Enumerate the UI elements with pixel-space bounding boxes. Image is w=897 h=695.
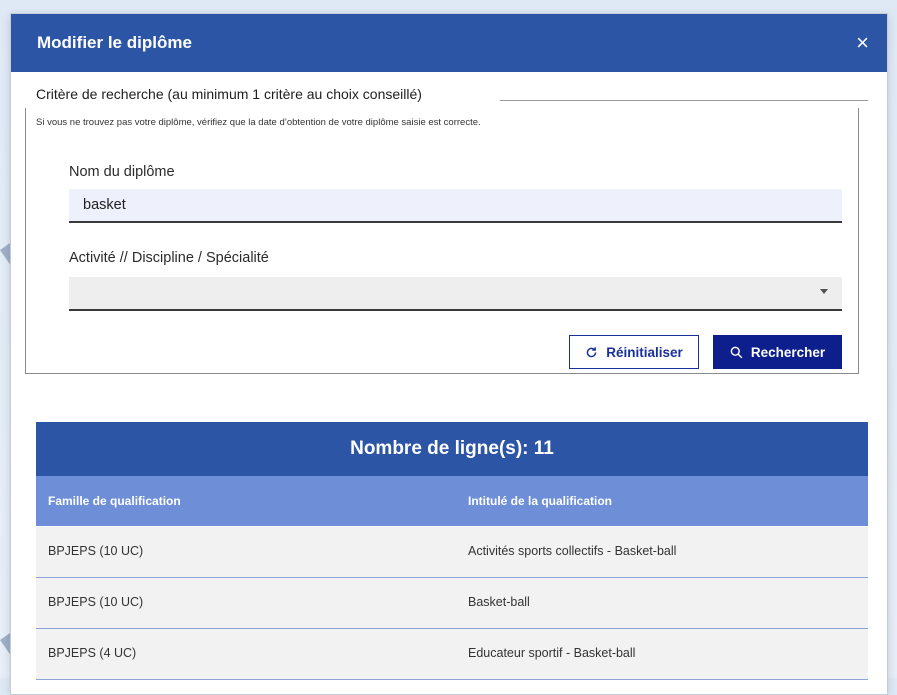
- cell-intitule: Activités sports collectifs - Basket-bal…: [468, 544, 677, 558]
- search-hint: Si vous ne trouvez pas votre diplôme, vé…: [36, 117, 481, 128]
- column-header-famille: Famille de qualification: [48, 494, 181, 508]
- cell-famille: BPJEPS (10 UC): [48, 595, 144, 609]
- reset-button-label: Réinitialiser: [606, 344, 683, 360]
- refresh-icon: [586, 346, 597, 357]
- search-button-label: Rechercher: [750, 344, 826, 360]
- activity-label: Activité // Discipline / Spécialité: [69, 250, 269, 266]
- cell-famille: BPJEPS (10 UC): [48, 544, 144, 558]
- chevron-down-icon: [820, 289, 828, 294]
- results-count: Nombre de ligne(s): 11: [350, 438, 554, 459]
- table-row[interactable]: BPJEPS (4 UC) Educateur sportif - Basket…: [36, 629, 868, 680]
- table-row[interactable]: BPJEPS (10 UC) Activités sports collecti…: [36, 527, 868, 578]
- fieldset-top-border: [500, 100, 868, 101]
- close-icon[interactable]: ×: [856, 32, 869, 54]
- dialog-header: Modifier le diplôme ×: [11, 14, 887, 72]
- reset-button[interactable]: Réinitialiser: [569, 335, 699, 369]
- diploma-name-label: Nom du diplôme: [69, 164, 175, 180]
- diploma-name-input[interactable]: [69, 189, 842, 223]
- column-header-intitule: Intitulé de la qualification: [468, 494, 613, 508]
- results-count-banner: Nombre de ligne(s): 11: [36, 422, 868, 476]
- cell-intitule: Educateur sportif - Basket-ball: [468, 646, 636, 660]
- results-table-header: Famille de qualification Intitulé de la …: [36, 476, 868, 526]
- search-button[interactable]: Rechercher: [713, 335, 842, 369]
- cell-famille: BPJEPS (4 UC): [48, 646, 137, 660]
- cell-intitule: Basket-ball: [468, 595, 530, 609]
- dialog-title: Modifier le diplôme: [37, 33, 192, 52]
- activity-select[interactable]: [69, 277, 842, 311]
- search-criteria-legend: Critère de recherche (au minimum 1 critè…: [36, 86, 432, 102]
- search-icon: [730, 346, 743, 358]
- table-row[interactable]: BPJEPS (10 UC) Basket-ball: [36, 578, 868, 629]
